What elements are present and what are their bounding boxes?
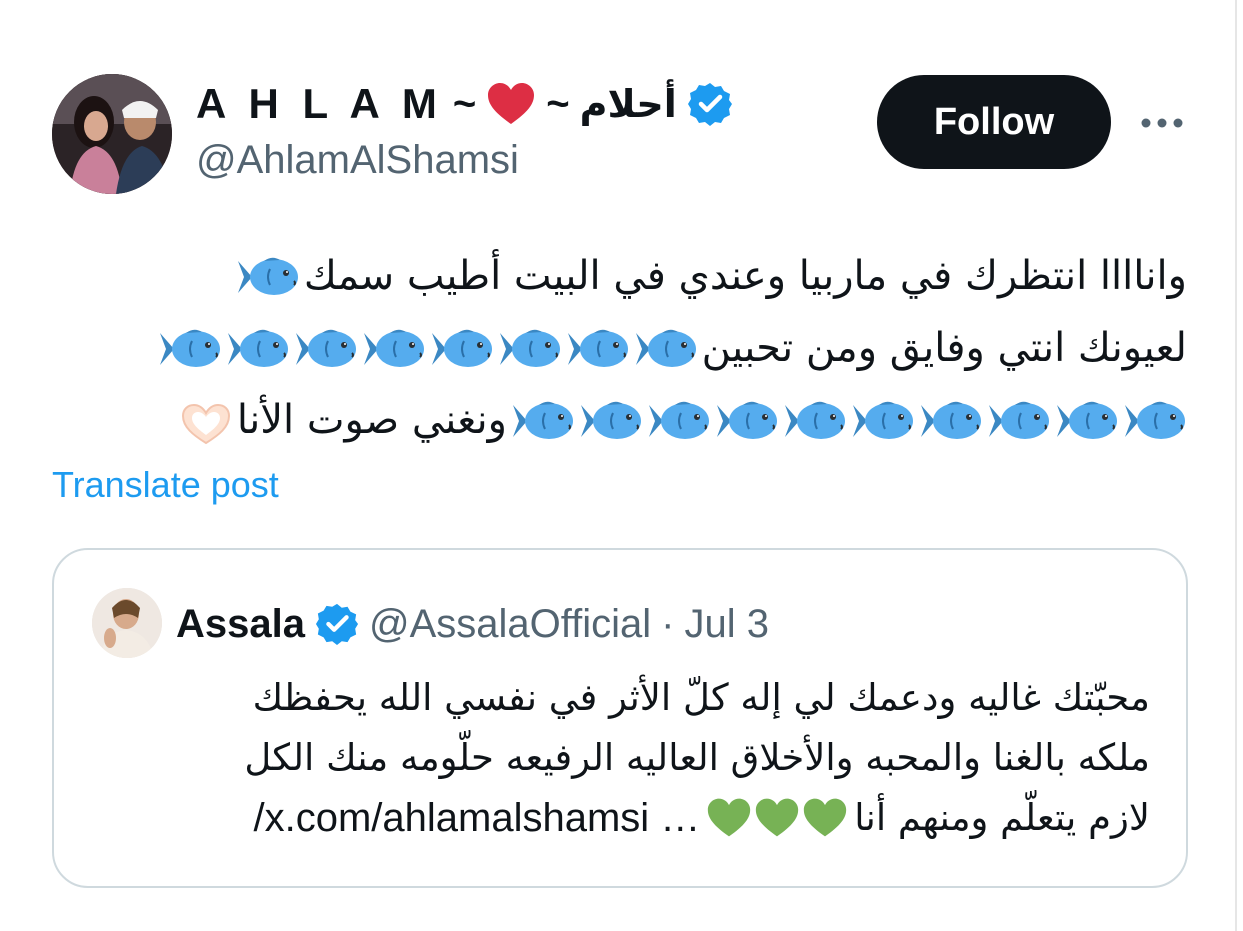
translate-post-link[interactable]: Translate post <box>52 464 279 506</box>
meta-separator: · <box>661 601 675 646</box>
tweet-line-3-text: ونغني صوت الأنا <box>236 397 507 443</box>
fish-emoji-icon <box>1055 396 1119 444</box>
tweet-text: واناااا انتظرك في ماربيا وعندي في البيت … <box>47 240 1187 456</box>
tweet-line-3: ونغني صوت الأنا <box>47 384 1187 456</box>
fish-emoji-icon <box>919 396 983 444</box>
red-heart-icon <box>486 82 536 126</box>
green-heart-emoji-icon <box>706 797 752 839</box>
quoted-line-3-text: لازم يتعلّم ومنهم أنا <box>854 796 1150 839</box>
fish-emoji-row <box>158 324 698 372</box>
quoted-author-handle[interactable]: @AssalaOfficial <box>369 602 651 647</box>
fish-emoji-icon <box>783 396 847 444</box>
quoted-line-2: ملكه بالغنا والمحبه والأخلاق العاليه الر… <box>244 736 1150 779</box>
tweet-line-1: واناااا انتظرك في ماربيا وعندي في البيت … <box>47 240 1187 312</box>
fish-emoji-row <box>511 396 1187 444</box>
quoted-author-name[interactable]: Assala <box>176 602 305 647</box>
verified-badge-icon <box>315 602 359 646</box>
fish-emoji-icon <box>579 396 643 444</box>
tweet-line-2: لعيونك انتي وفايق ومن تحبين <box>47 312 1187 384</box>
name-separator: ~ <box>546 81 570 126</box>
more-horizontal-icon <box>1141 118 1183 128</box>
fish-emoji-icon <box>634 324 698 372</box>
heart-hands-emoji-icon <box>179 398 233 445</box>
fish-emoji-icon <box>294 324 358 372</box>
avatar-photo <box>52 74 172 194</box>
fish-emoji-icon <box>511 396 575 444</box>
quoted-author-avatar[interactable] <box>92 588 162 658</box>
author-handle[interactable]: @AhlamAlShamsi <box>196 138 519 183</box>
name-separator: ~ <box>452 81 477 126</box>
quoted-tweet-text: محبّتك غاليه ودعمك لي إله كلّ الأثر في ن… <box>90 668 1150 848</box>
fish-emoji-icon <box>566 324 630 372</box>
fish-emoji-icon <box>647 396 711 444</box>
author-name-row[interactable]: A H L A M ~ ~ أحلام <box>196 78 733 130</box>
quoted-line-1: محبّتك غاليه ودعمك لي إله كلّ الأثر في ن… <box>252 676 1150 719</box>
quoted-link[interactable]: /x.com/ahlamalshamsi … <box>253 788 700 848</box>
quoted-line-3: لازم يتعلّم ومنهم أنا /x.com/ahlamalsham… <box>90 788 1150 848</box>
verified-badge-icon <box>687 81 733 127</box>
quoted-header: Assala @AssalaOfficial · Jul 3 <box>176 596 769 652</box>
fish-emoji-row <box>236 252 300 300</box>
tweet-line-2-text: لعيونك انتي وفايق ومن تحبين <box>701 325 1187 371</box>
fish-emoji-icon <box>236 252 300 300</box>
fish-emoji-icon <box>362 324 426 372</box>
follow-button[interactable]: Follow <box>877 75 1111 169</box>
more-options-button[interactable] <box>1134 102 1190 144</box>
quoted-tweet-card[interactable]: Assala @AssalaOfficial · Jul 3 محبّتك غا… <box>52 548 1188 888</box>
tweet-page: A H L A M ~ ~ أحلام @AhlamAlShamsi Follo… <box>0 0 1243 931</box>
author-name-arabic: أحلام <box>579 82 677 126</box>
green-heart-emoji-icon <box>802 797 848 839</box>
quoted-date[interactable]: Jul 3 <box>685 602 770 647</box>
quoted-avatar-photo <box>92 588 162 658</box>
fish-emoji-icon <box>715 396 779 444</box>
green-heart-emoji-icon <box>754 797 800 839</box>
fish-emoji-icon <box>987 396 1051 444</box>
fish-emoji-icon <box>430 324 494 372</box>
divider <box>1235 0 1237 931</box>
fish-emoji-icon <box>226 324 290 372</box>
fish-emoji-icon <box>158 324 222 372</box>
author-display-name: A H L A M <box>196 80 443 127</box>
fish-emoji-icon <box>1123 396 1187 444</box>
fish-emoji-icon <box>498 324 562 372</box>
tweet-line-1-text: واناااا انتظرك في ماربيا وعندي في البيت … <box>303 253 1187 299</box>
author-avatar[interactable] <box>52 74 172 194</box>
green-heart-row <box>706 797 848 839</box>
fish-emoji-icon <box>851 396 915 444</box>
